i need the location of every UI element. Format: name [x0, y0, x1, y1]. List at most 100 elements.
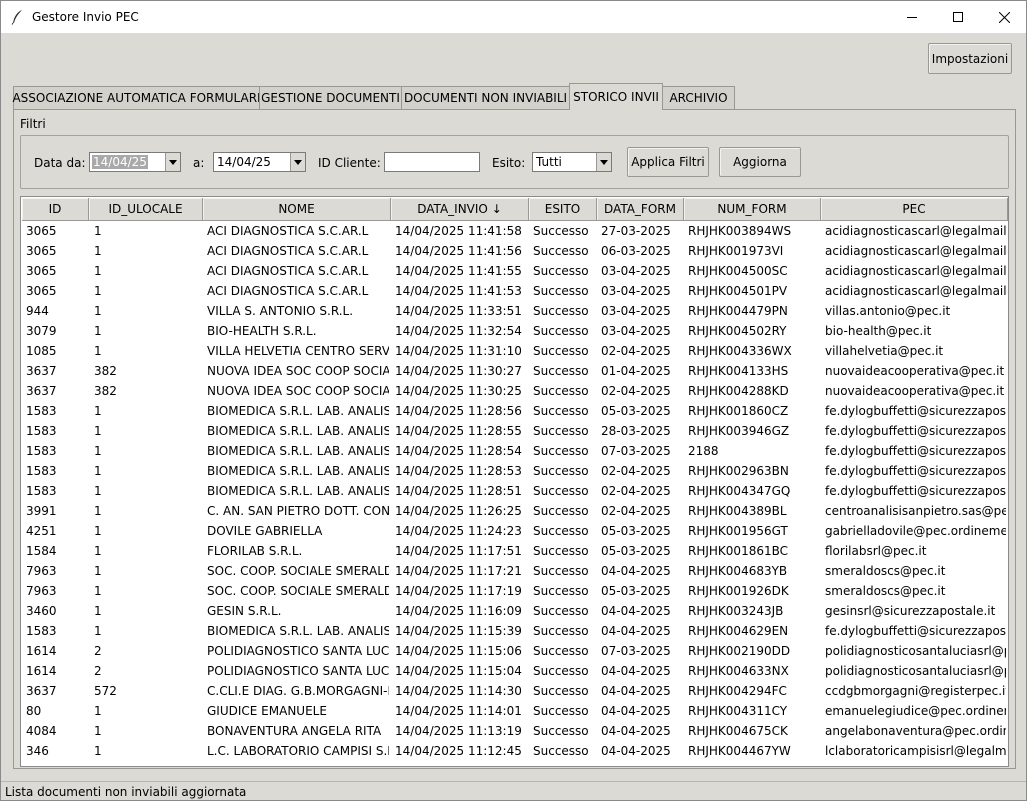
cell-esito: Successo [533, 744, 589, 758]
date-from-combo[interactable]: 14/04/25 [89, 152, 181, 172]
table-row[interactable]: 3991 1 C. AN. SAN PIETRO DOTT. CONSO 14/04/… [22, 501, 1008, 521]
header-id-ulocale[interactable]: ID_ULOCALE [89, 198, 203, 221]
cell-num-form: RHJHK004294FC [688, 684, 787, 698]
table-row[interactable]: 944 1 VILLA S. ANTONIO S.R.L. 14/04/2025 11… [22, 301, 1008, 321]
cell-id: 3637 [26, 684, 57, 698]
table-row[interactable]: 80 1 GIUDICE EMANUELE 14/04/2025 11:14:01 Su… [22, 701, 1008, 721]
tab-archivio[interactable]: ARCHIVIO [662, 86, 735, 109]
header-num-form[interactable]: NUM_FORM [684, 198, 821, 221]
table-row[interactable]: 3065 1 ACI DIAGNOSTICA S.C.AR.L 14/04/2025 … [22, 281, 1008, 301]
cell-pec: nuovaideacooperativa@pec.it [825, 364, 1005, 378]
outcome-combo[interactable]: Tutti [532, 152, 612, 172]
cell-id-ulocale: 1 [94, 344, 102, 358]
chevron-down-icon[interactable] [165, 153, 180, 171]
cell-id-ulocale: 1 [94, 224, 102, 238]
header-pec[interactable]: PEC [821, 198, 1008, 221]
cell-data-form: 03-04-2025 [601, 304, 671, 318]
cell-id-ulocale: 1 [94, 324, 102, 338]
table-row[interactable]: 4251 1 DOVILE GABRIELLA 14/04/2025 11:24:23… [22, 521, 1008, 541]
tab-associazione-automatica[interactable]: ASSOCIAZIONE AUTOMATICA FORMULARI [12, 86, 261, 109]
tab-documenti-non-inviabili[interactable]: DOCUMENTI NON INVIABILI [401, 86, 570, 109]
cell-esito: Successo [533, 464, 589, 478]
header-data-form[interactable]: DATA_FORM [597, 198, 684, 221]
table-row[interactable]: 3637 382 NUOVA IDEA SOC COOP SOCIALE 14/04/… [22, 381, 1008, 401]
cell-num-form: RHJHK004633NX [688, 664, 789, 678]
cell-data-invio: 14/04/2025 11:30:25 [395, 384, 522, 398]
date-to-combo[interactable]: 14/04/25 [213, 152, 306, 172]
tab-gestione-documenti[interactable]: GESTIONE DOCUMENTI [259, 86, 402, 109]
client-id-input[interactable] [384, 152, 480, 172]
cell-data-form: 05-03-2025 [601, 584, 671, 598]
date-to-value: 14/04/25 [217, 155, 271, 169]
cell-nome: SOC. COOP. SOCIALE SMERALDO [207, 584, 389, 598]
cell-id: 1583 [26, 404, 57, 418]
cell-num-form: RHJHK004311CY [688, 704, 788, 718]
header-esito[interactable]: ESITO [529, 198, 597, 221]
table-row[interactable]: 7963 1 SOC. COOP. SOCIALE SMERALDO 14/04/20… [22, 561, 1008, 581]
header-nome[interactable]: NOME [203, 198, 391, 221]
cell-id-ulocale: 572 [94, 684, 117, 698]
table-row[interactable]: 1583 1 BIOMEDICA S.R.L. LAB. ANALISI 14/04/… [22, 621, 1008, 641]
cell-nome: SOC. COOP. SOCIALE SMERALDO [207, 564, 389, 578]
table-row[interactable]: 1085 1 VILLA HELVETIA CENTRO SERVIZI S 14/0… [22, 341, 1008, 361]
table-row[interactable]: 1584 1 FLORILAB S.R.L. 14/04/2025 11:17:51 S… [22, 541, 1008, 561]
table-row[interactable]: 1583 1 BIOMEDICA S.R.L. LAB. ANALISI 14/04/… [22, 481, 1008, 501]
close-button[interactable] [981, 1, 1026, 33]
apply-filters-button[interactable]: Applica Filtri [627, 147, 709, 177]
cell-id: 3637 [26, 384, 57, 398]
cell-id: 3637 [26, 364, 57, 378]
table-row[interactable]: 3065 1 ACI DIAGNOSTICA S.C.AR.L 14/04/2025 … [22, 221, 1008, 241]
header-id[interactable]: ID [22, 198, 89, 221]
cell-pec: acidiagnosticascarl@legalmail.it [825, 264, 1006, 278]
cell-num-form: RHJHK004467YW [688, 744, 791, 758]
cell-data-form: 04-04-2025 [601, 624, 671, 638]
table-row[interactable]: 1583 1 BIOMEDICA S.R.L. LAB. ANALISI 14/04/… [22, 461, 1008, 481]
cell-id-ulocale: 1 [94, 264, 102, 278]
date-from-label: Data da: [34, 156, 86, 170]
cell-num-form: RHJHK002963BN [688, 464, 789, 478]
table-row[interactable]: 4084 1 BONAVENTURA ANGELA RITA 14/04/2025 1… [22, 721, 1008, 741]
table-row[interactable]: 3079 1 BIO-HEALTH S.R.L. 14/04/2025 11:32:5… [22, 321, 1008, 341]
window-title: Gestore Invio PEC [32, 10, 139, 24]
cell-num-form: RHJHK003243JB [688, 604, 784, 618]
maximize-button[interactable] [935, 1, 981, 33]
table-row[interactable]: 3065 1 ACI DIAGNOSTICA S.C.AR.L 14/04/2025 … [22, 241, 1008, 261]
cell-id-ulocale: 1 [94, 724, 102, 738]
refresh-button[interactable]: Aggiorna [719, 147, 801, 177]
cell-pec: gesinsrl@sicurezzapostale.it [825, 604, 996, 618]
status-text: Lista documenti non inviabili aggiornata [5, 785, 247, 799]
cell-nome: FLORILAB S.R.L. [207, 544, 303, 558]
cell-num-form: RHJHK004675CK [688, 724, 788, 738]
settings-button[interactable]: Impostazioni [928, 43, 1012, 74]
chevron-down-icon[interactable] [290, 153, 305, 171]
cell-pec: florilabsrl@pec.it [825, 544, 927, 558]
table-row[interactable]: 3637 382 NUOVA IDEA SOC COOP SOCIALE 14/04/… [22, 361, 1008, 381]
close-icon [998, 11, 1010, 23]
cell-nome: C.CLI.E DIAG. G.B.MORGAGNI-MC [207, 684, 389, 698]
table-row[interactable]: 3065 1 ACI DIAGNOSTICA S.C.AR.L 14/04/2025 … [22, 261, 1008, 281]
table-row[interactable]: 346 1 L.C. LABORATORIO CAMPISI S.R.L 14/04/… [22, 741, 1008, 761]
cell-num-form: RHJHK001956GT [688, 524, 788, 538]
table-row[interactable]: 1614 2 POLIDIAGNOSTICO SANTA LUCIA 14/04/20… [22, 661, 1008, 681]
cell-data-form: 27-03-2025 [601, 224, 671, 238]
cell-nome: DOVILE GABRIELLA [207, 524, 323, 538]
table-row[interactable]: 1614 2 POLIDIAGNOSTICO SANTA LUCIA 14/04/20… [22, 641, 1008, 661]
minimize-icon [907, 17, 917, 18]
header-data-invio[interactable]: DATA_INVIO ↓ [391, 198, 529, 221]
table-row[interactable]: 1583 1 BIOMEDICA S.R.L. LAB. ANALISI 14/04/… [22, 421, 1008, 441]
table-row[interactable]: 1583 1 BIOMEDICA S.R.L. LAB. ANALISI 14/04/… [22, 441, 1008, 461]
cell-nome: ACI DIAGNOSTICA S.C.AR.L [207, 244, 369, 258]
cell-data-invio: 14/04/2025 11:17:51 [395, 544, 522, 558]
cell-id: 3079 [26, 324, 57, 338]
minimize-button[interactable] [889, 1, 935, 33]
table-row[interactable]: 1583 1 BIOMEDICA S.R.L. LAB. ANALISI 14/04/… [22, 401, 1008, 421]
cell-esito: Successo [533, 704, 589, 718]
tab-storico-invii[interactable]: STORICO INVII [569, 83, 663, 110]
table-row[interactable]: 3637 572 C.CLI.E DIAG. G.B.MORGAGNI-MC 14/0… [22, 681, 1008, 701]
cell-num-form: RHJHK001860CZ [688, 404, 789, 418]
table-row[interactable]: 3460 1 GESIN S.R.L. 14/04/2025 11:16:09 Succ… [22, 601, 1008, 621]
chevron-down-icon[interactable] [596, 153, 611, 171]
table-row[interactable]: 7963 1 SOC. COOP. SOCIALE SMERALDO 14/04/20… [22, 581, 1008, 601]
cell-num-form: RHJHK001926DK [688, 584, 789, 598]
cell-nome: ACI DIAGNOSTICA S.C.AR.L [207, 224, 369, 238]
